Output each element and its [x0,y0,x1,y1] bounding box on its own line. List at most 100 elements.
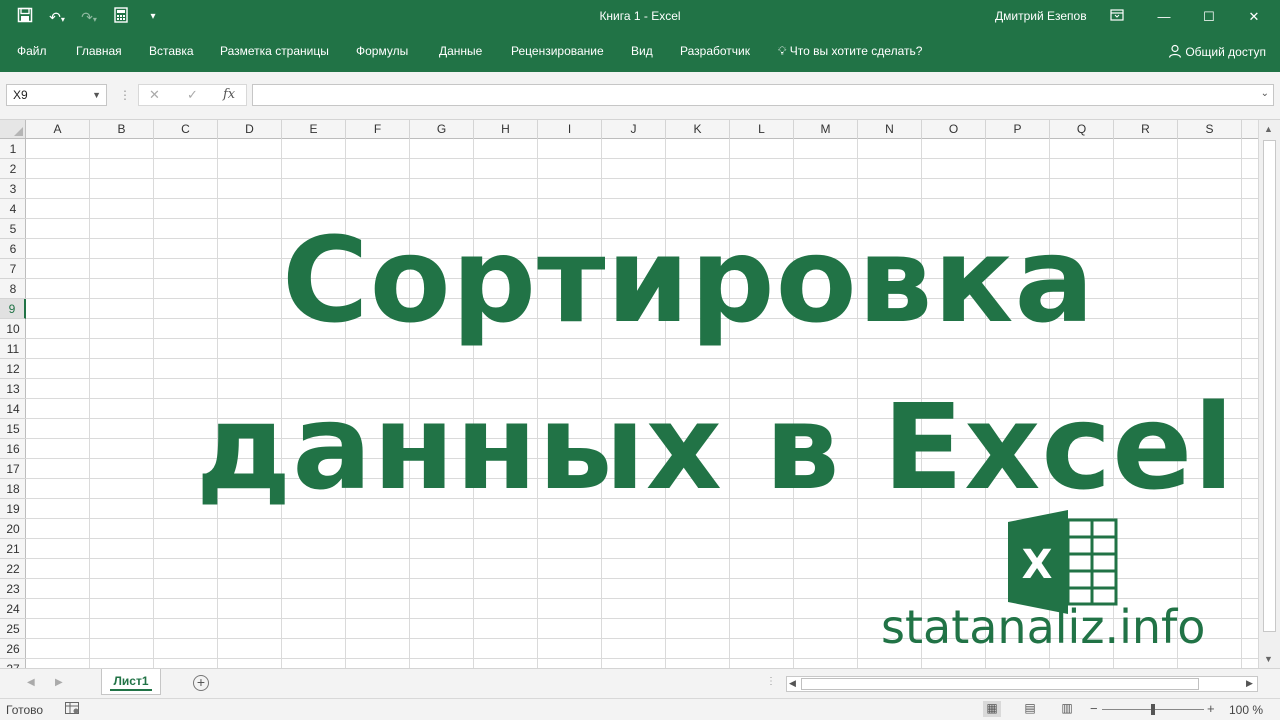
resize-handle-icon[interactable]: ⋮ [119,88,131,102]
person-icon [1168,44,1185,59]
zoom-slider-knob[interactable] [1151,704,1155,715]
row-header[interactable]: 7 [0,259,26,279]
horizontal-scroll-thumb[interactable] [801,678,1199,690]
page-layout-view-icon[interactable]: ▤ [1021,701,1039,717]
tab-page-layout[interactable]: Разметка страницы [220,44,329,58]
name-box[interactable]: X9 ▼ [6,84,107,106]
tab-insert[interactable]: Вставка [149,44,194,58]
normal-view-icon[interactable]: ▦ [983,701,1001,717]
row-header[interactable]: 2 [0,159,26,179]
expand-formula-icon[interactable]: ⌄ [1261,88,1269,99]
sheet-tab-bar: ◀ ▶ Лист1 + ⋮ ◀ ▶ [0,668,1280,698]
row-header[interactable]: 4 [0,199,26,219]
row-header[interactable]: 21 [0,539,26,559]
row-header[interactable]: 17 [0,459,26,479]
row-header[interactable]: 19 [0,499,26,519]
page-break-view-icon[interactable]: ▥ [1058,701,1076,717]
row-header[interactable]: 1 [0,139,26,159]
headline-line-1: Сортировка [282,211,1096,349]
column-header[interactable]: R [1114,120,1178,139]
column-header[interactable]: O [922,120,986,139]
macro-record-icon[interactable] [65,702,79,717]
chevron-down-icon[interactable]: ▼ [92,85,101,105]
column-header[interactable]: L [730,120,794,139]
row-header[interactable]: 22 [0,559,26,579]
zoom-out-icon[interactable]: − [1090,701,1098,716]
splitter-handle-icon[interactable]: ⋮ [766,676,776,687]
zoom-slider[interactable] [1102,704,1204,715]
user-name[interactable]: Дмитрий Езепов [995,9,1087,23]
tab-developer[interactable]: Разработчик [680,44,750,58]
row-header[interactable]: 26 [0,639,26,659]
window-title: Книга 1 - Excel [599,9,681,23]
enter-icon[interactable]: ✓ [187,87,198,103]
minimize-icon[interactable]: — [1153,6,1175,28]
row-header[interactable]: 25 [0,619,26,639]
row-header[interactable]: 20 [0,519,26,539]
column-header[interactable]: A [26,120,90,139]
sheet-tab-list1[interactable]: Лист1 [101,669,161,695]
close-icon[interactable]: ✕ [1243,6,1265,28]
vertical-scroll-thumb[interactable] [1263,140,1276,632]
share-button[interactable]: Общий доступ [1168,44,1266,59]
ribbon-display-icon[interactable] [1106,6,1128,28]
tab-review[interactable]: Рецензирование [511,44,604,58]
column-header[interactable]: F [346,120,410,139]
row-header[interactable]: 13 [0,379,26,399]
column-header[interactable]: Q [1050,120,1114,139]
insert-function-icon[interactable]: fx [223,87,235,102]
row-header[interactable]: 24 [0,599,26,619]
row-header[interactable]: 23 [0,579,26,599]
column-header[interactable]: N [858,120,922,139]
scroll-right-icon[interactable]: ▶ [1246,678,1253,689]
scroll-up-icon[interactable]: ▲ [1264,124,1273,134]
tell-me-search[interactable]: 💡︎ Что вы хотите сделать? [778,44,922,59]
tab-file[interactable]: Файл [17,44,47,58]
column-header[interactable]: B [90,120,154,139]
logo-letter: X [1022,542,1053,588]
tab-formulas[interactable]: Формулы [356,44,408,58]
column-header[interactable]: I [538,120,602,139]
row-header[interactable]: 5 [0,219,26,239]
row-header[interactable]: 15 [0,419,26,439]
column-header[interactable]: J [602,120,666,139]
tab-home[interactable]: Главная [76,44,122,58]
row-header[interactable]: 9 [0,299,26,319]
name-box-value: X9 [13,88,28,102]
tab-data[interactable]: Данные [439,44,482,58]
zoom-level[interactable]: 100 % [1229,703,1263,717]
row-header[interactable]: 16 [0,439,26,459]
horizontal-scrollbar[interactable]: ◀ ▶ [786,676,1258,692]
column-header[interactable]: D [218,120,282,139]
row-header[interactable]: 10 [0,319,26,339]
column-header[interactable]: P [986,120,1050,139]
row-header[interactable]: 27 [0,659,26,668]
column-header[interactable]: C [154,120,218,139]
vertical-scrollbar[interactable]: ▲ ▼ [1258,120,1280,668]
zoom-in-icon[interactable]: + [1207,701,1215,716]
excel-logo-icon: X [1006,510,1118,614]
tab-view[interactable]: Вид [631,44,653,58]
row-header[interactable]: 3 [0,179,26,199]
row-header[interactable]: 11 [0,339,26,359]
column-header[interactable]: H [474,120,538,139]
column-header[interactable]: E [282,120,346,139]
row-header[interactable]: 8 [0,279,26,299]
scroll-down-icon[interactable]: ▼ [1264,654,1273,664]
select-all-button[interactable] [0,120,26,139]
row-header[interactable]: 18 [0,479,26,499]
sheet-prev-icon[interactable]: ◀ [27,677,35,688]
scroll-left-icon[interactable]: ◀ [789,678,796,689]
column-header[interactable]: G [410,120,474,139]
row-header[interactable]: 14 [0,399,26,419]
row-header[interactable]: 12 [0,359,26,379]
sheet-next-icon[interactable]: ▶ [55,677,63,688]
row-header[interactable]: 6 [0,239,26,259]
cancel-icon[interactable]: ✕ [149,87,160,103]
add-sheet-icon[interactable]: + [193,675,209,691]
column-header[interactable]: K [666,120,730,139]
column-header[interactable]: M [794,120,858,139]
maximize-icon[interactable]: ☐ [1198,6,1220,28]
formula-input[interactable]: ⌄ [252,84,1274,106]
column-header[interactable]: S [1178,120,1242,139]
